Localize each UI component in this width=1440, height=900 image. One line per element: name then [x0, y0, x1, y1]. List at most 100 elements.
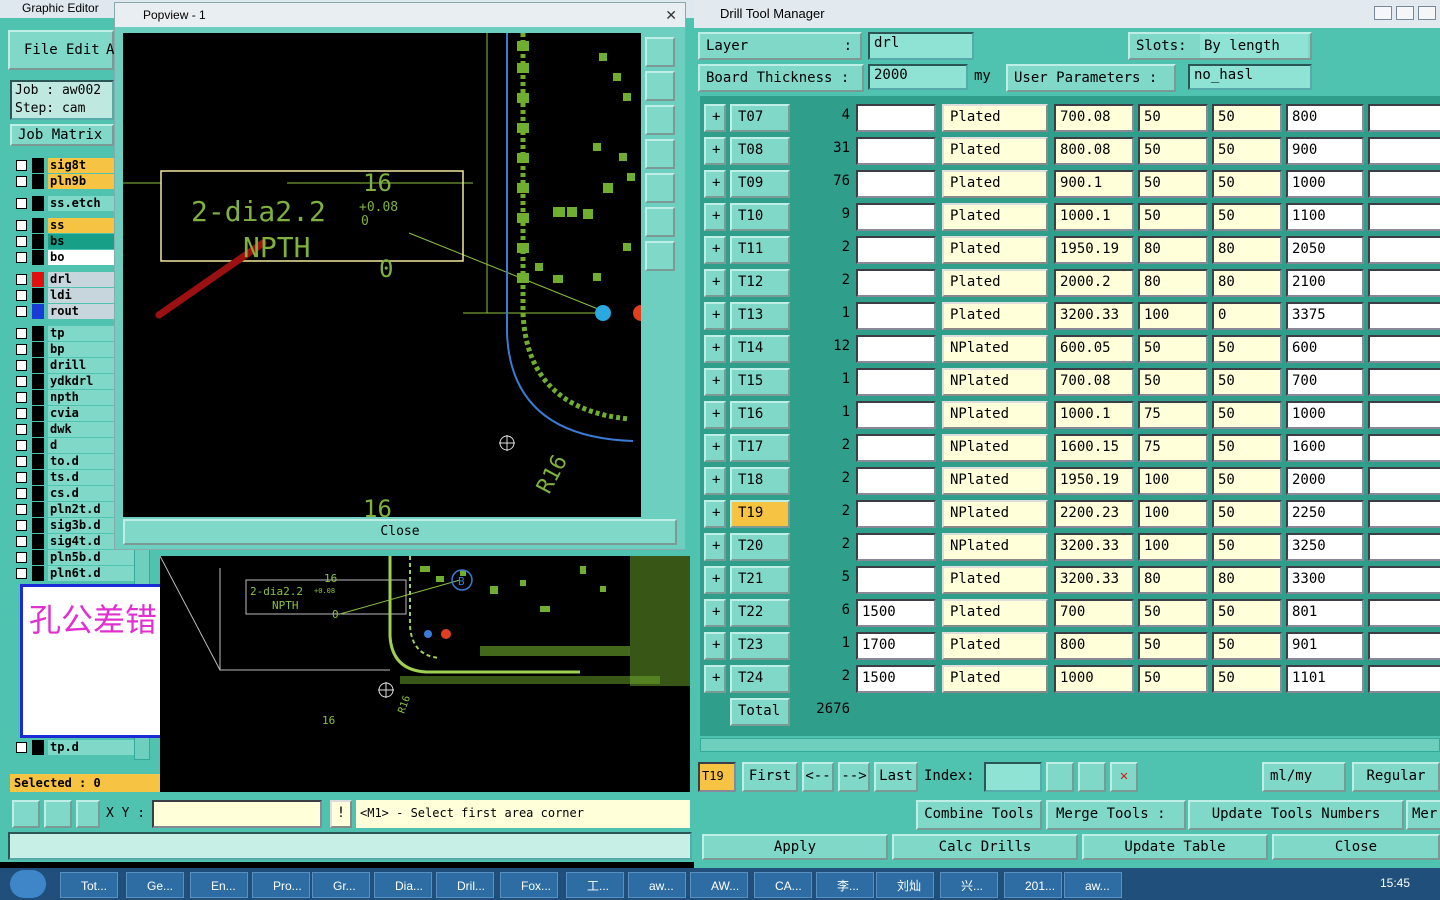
drill-value-input[interactable]: 1600 [1286, 434, 1364, 462]
tol-plus-input[interactable]: 50 [1138, 137, 1208, 165]
taskbar-item[interactable]: 李... [816, 872, 874, 898]
grid-tool-icon[interactable] [76, 800, 100, 828]
board-thickness-input[interactable]: 2000 [868, 64, 968, 90]
layer-checkbox[interactable] [16, 472, 27, 483]
row-expand-icon[interactable]: + [704, 401, 726, 429]
minimize-icon[interactable] [1374, 6, 1392, 20]
tol-minus-input[interactable]: 50 [1212, 203, 1282, 231]
tol-minus-input[interactable]: 50 [1212, 632, 1282, 660]
drill-size-input[interactable]: 3200.33 [1054, 566, 1134, 594]
layer-checkbox[interactable] [16, 536, 27, 547]
row-expand-icon[interactable]: + [704, 203, 726, 231]
delete-icon[interactable]: ✕ [1110, 762, 1138, 792]
tol-plus-input[interactable]: 75 [1138, 401, 1208, 429]
extra-input[interactable] [1368, 632, 1440, 660]
tol-minus-input[interactable]: 50 [1212, 665, 1282, 693]
row-expand-icon[interactable]: + [704, 104, 726, 132]
row-expand-icon[interactable]: + [704, 170, 726, 198]
taskbar-item[interactable]: Gr... [312, 872, 370, 898]
finish-size-input[interactable] [856, 566, 936, 594]
row-expand-icon[interactable]: + [704, 269, 726, 297]
zoom-tool-icon[interactable] [12, 800, 40, 828]
finish-size-input[interactable] [856, 335, 936, 363]
finish-size-input[interactable]: 1500 [856, 665, 936, 693]
layer-checkbox[interactable] [16, 440, 27, 451]
row-expand-icon[interactable]: + [704, 434, 726, 462]
table-hscrollbar[interactable] [700, 738, 1440, 752]
tol-plus-input[interactable]: 80 [1138, 566, 1208, 594]
layer-checkbox[interactable] [16, 360, 27, 371]
plating-dropdown[interactable]: NPlated [942, 467, 1048, 495]
layer-checkbox[interactable] [16, 198, 27, 209]
row-expand-icon[interactable]: + [704, 500, 726, 528]
layer-checkbox[interactable] [16, 252, 27, 263]
extra-input[interactable] [1368, 269, 1440, 297]
extra-input[interactable] [1368, 335, 1440, 363]
extra-input[interactable] [1368, 434, 1440, 462]
first-button[interactable]: First [742, 762, 798, 792]
tol-minus-input[interactable]: 0 [1212, 302, 1282, 330]
extra-input[interactable] [1368, 467, 1440, 495]
layer-row-pln6t-d[interactable]: pln6t.d [14, 566, 134, 581]
extra-input[interactable] [1368, 566, 1440, 594]
drill-size-input[interactable]: 700.08 [1054, 104, 1134, 132]
finish-size-input[interactable] [856, 302, 936, 330]
plating-dropdown[interactable]: Plated [942, 632, 1048, 660]
layer-checkbox[interactable] [16, 236, 27, 247]
tol-plus-input[interactable]: 80 [1138, 269, 1208, 297]
taskbar-item[interactable]: aw... [628, 872, 686, 898]
menu-file[interactable]: File [24, 42, 58, 58]
alert-icon[interactable]: ! [330, 800, 352, 828]
layer-checkbox[interactable] [16, 160, 27, 171]
menu-edit[interactable]: Edit [66, 42, 100, 58]
plating-dropdown[interactable]: NPlated [942, 401, 1048, 429]
layer-checkbox[interactable] [16, 504, 27, 515]
tol-plus-input[interactable]: 50 [1138, 104, 1208, 132]
job-matrix-button[interactable]: Job Matrix [10, 124, 114, 146]
tol-plus-input[interactable]: 50 [1138, 170, 1208, 198]
extra-input[interactable] [1368, 104, 1440, 132]
drill-value-input[interactable]: 901 [1286, 632, 1364, 660]
finish-size-input[interactable] [856, 269, 936, 297]
drill-value-input[interactable]: 1100 [1286, 203, 1364, 231]
prev-button[interactable]: <-- [802, 762, 834, 792]
taskbar-item[interactable]: 工... [566, 872, 624, 898]
drill-value-input[interactable]: 2000 [1286, 467, 1364, 495]
popview-canvas[interactable]: 2-dia2.2 +0.08 0 NPTH 16 0 16 R16 [123, 33, 641, 517]
tol-minus-input[interactable]: 50 [1212, 170, 1282, 198]
row-expand-icon[interactable]: + [704, 533, 726, 561]
row-expand-icon[interactable]: + [704, 599, 726, 627]
close-button[interactable]: Close [1272, 834, 1440, 860]
drill-value-input[interactable]: 600 [1286, 335, 1364, 363]
popview-close-button[interactable]: Close [123, 519, 677, 545]
taskbar-item[interactable]: Ge... [126, 872, 184, 898]
row-expand-icon[interactable]: + [704, 566, 726, 594]
drill-size-input[interactable]: 800.08 [1054, 137, 1134, 165]
plating-dropdown[interactable]: Plated [942, 170, 1048, 198]
layer-checkbox[interactable] [16, 456, 27, 467]
finish-size-input[interactable] [856, 401, 936, 429]
plating-dropdown[interactable]: Plated [942, 236, 1048, 264]
layer-checkbox[interactable] [16, 176, 27, 187]
taskbar-item[interactable]: AW... [690, 872, 748, 898]
drill-size-input[interactable]: 1000.1 [1054, 401, 1134, 429]
tol-minus-input[interactable]: 50 [1212, 500, 1282, 528]
xy-input[interactable] [152, 800, 322, 828]
finish-size-input[interactable] [856, 236, 936, 264]
popview-tool-icon[interactable] [645, 207, 675, 237]
row-expand-icon[interactable]: + [704, 368, 726, 396]
layer-row-last[interactable]: tp.d [14, 740, 134, 755]
plating-dropdown[interactable]: NPlated [942, 434, 1048, 462]
layer-checkbox[interactable] [16, 290, 27, 301]
plating-dropdown[interactable]: Plated [942, 665, 1048, 693]
drill-size-input[interactable]: 1000.1 [1054, 203, 1134, 231]
drill-size-input[interactable]: 700 [1054, 599, 1134, 627]
layer-checkbox[interactable] [16, 424, 27, 435]
tol-plus-input[interactable]: 50 [1138, 665, 1208, 693]
drill-size-input[interactable]: 1950.19 [1054, 467, 1134, 495]
extra-input[interactable] [1368, 401, 1440, 429]
units-dropdown[interactable]: ml/my [1262, 762, 1346, 792]
slots-dropdown[interactable]: By length [1200, 34, 1308, 58]
popview-tool-icon[interactable] [645, 37, 675, 67]
main-canvas[interactable]: 2-dia2.2 +0.08 NPTH 16 0 B 16 R16 [160, 556, 690, 792]
